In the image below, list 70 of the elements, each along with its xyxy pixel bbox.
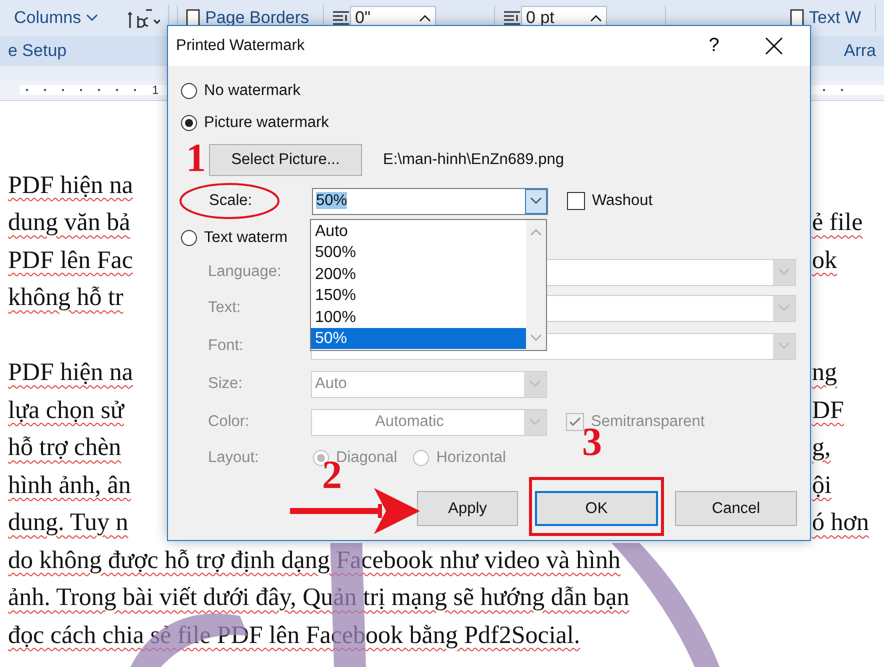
- list-item[interactable]: 150%: [311, 285, 526, 307]
- hyphenation-icon[interactable]: [126, 6, 160, 30]
- group-label: e Setup: [8, 41, 67, 61]
- scrollbar[interactable]: [526, 220, 546, 350]
- caret-icon: [86, 14, 98, 22]
- field-label: Text:: [208, 299, 242, 317]
- list-item[interactable]: 50%: [311, 328, 526, 350]
- list-item[interactable]: 200%: [311, 264, 526, 286]
- document-text: lựa chọn sử: [8, 396, 124, 424]
- chevron-down-icon: [778, 304, 790, 312]
- document-text: ảnh. Trong bài viết dưới đây, Quản trị mạng sẽ hướng dẫn bạn: [8, 584, 630, 612]
- document-text: ẻ file: [812, 209, 863, 238]
- document-text: g,: [812, 434, 831, 462]
- document-text: hỗ trợ chèn: [8, 434, 122, 462]
- radio-button[interactable]: [181, 83, 197, 99]
- document-text: ó hơn: [812, 509, 869, 538]
- help-button[interactable]: ?: [684, 26, 744, 66]
- spacing-icon: [503, 10, 522, 26]
- field-label: Color:: [208, 413, 250, 431]
- dialog-title: Printed Watermark: [176, 37, 306, 55]
- dropdown-button[interactable]: [525, 188, 547, 214]
- option-label[interactable]: Text waterm: [204, 229, 288, 247]
- file-path: E:\man-hinh\EnZn689.png: [383, 151, 564, 169]
- field-value: Auto: [315, 375, 347, 392]
- scale-dropdown[interactable]: 50%: [312, 188, 548, 214]
- document-text: PDF lên Fac: [8, 246, 133, 274]
- checkbox-label[interactable]: Washout: [592, 192, 653, 210]
- field-label: Font:: [208, 337, 244, 355]
- select-picture-button[interactable]: Select Picture...: [209, 144, 362, 176]
- checkbox[interactable]: [567, 192, 585, 210]
- document-text: ội: [812, 472, 832, 500]
- radio-button[interactable]: [181, 230, 197, 246]
- scroll-up-icon: [530, 228, 542, 236]
- radio-button[interactable]: [181, 115, 197, 131]
- document-text: PDF hiện na: [8, 359, 133, 386]
- document-text: đọc cách chia sẻ file PDF lên Facebook bằng Pdf2Social.: [8, 622, 580, 649]
- document-text: dung. Tuy n: [8, 509, 128, 536]
- document-text: dung văn bả: [8, 209, 130, 236]
- document-text: không hỗ tr: [8, 284, 124, 312]
- field-value: Automatic: [375, 413, 444, 430]
- document-text: PDF hiện na: [8, 172, 133, 199]
- columns-dropdown[interactable]: Columns: [14, 8, 98, 28]
- document-text: ok: [812, 246, 837, 275]
- chevron-down-icon: [530, 197, 542, 205]
- field-label: Layout:: [208, 449, 260, 467]
- chevron-down-icon: [529, 418, 541, 426]
- chevron-down-icon: [778, 268, 790, 276]
- dialog-button[interactable]: Cancel: [675, 491, 797, 526]
- close-icon: [765, 37, 783, 55]
- document-text: ng: [812, 359, 837, 388]
- list-item[interactable]: 100%: [311, 306, 526, 328]
- field-label: Size:: [208, 375, 244, 393]
- document-text: do không được hỗ trợ định dạng Facebook như video và hình: [8, 546, 620, 574]
- scroll-down-icon: [530, 334, 542, 342]
- chevron-down-icon: [529, 380, 541, 388]
- list-item[interactable]: 500%: [311, 242, 526, 264]
- field-label: Language:: [208, 263, 282, 281]
- group-label: Arra: [844, 41, 876, 61]
- list-item[interactable]: Auto: [311, 221, 526, 242]
- field-label: Scale:: [209, 192, 254, 210]
- step-number: 1: [186, 138, 206, 178]
- field-value: 50%: [316, 192, 348, 209]
- dialog-button[interactable]: Apply: [417, 491, 518, 526]
- spacing-icon: [332, 10, 350, 26]
- chevron-down-icon: [778, 342, 790, 350]
- document-text: hình ảnh, ân: [8, 472, 131, 499]
- option-label[interactable]: Picture watermark: [204, 114, 329, 132]
- document-text: DF: [812, 396, 844, 425]
- checkmark-icon: [569, 417, 581, 427]
- dialog-button[interactable]: OK: [535, 491, 658, 526]
